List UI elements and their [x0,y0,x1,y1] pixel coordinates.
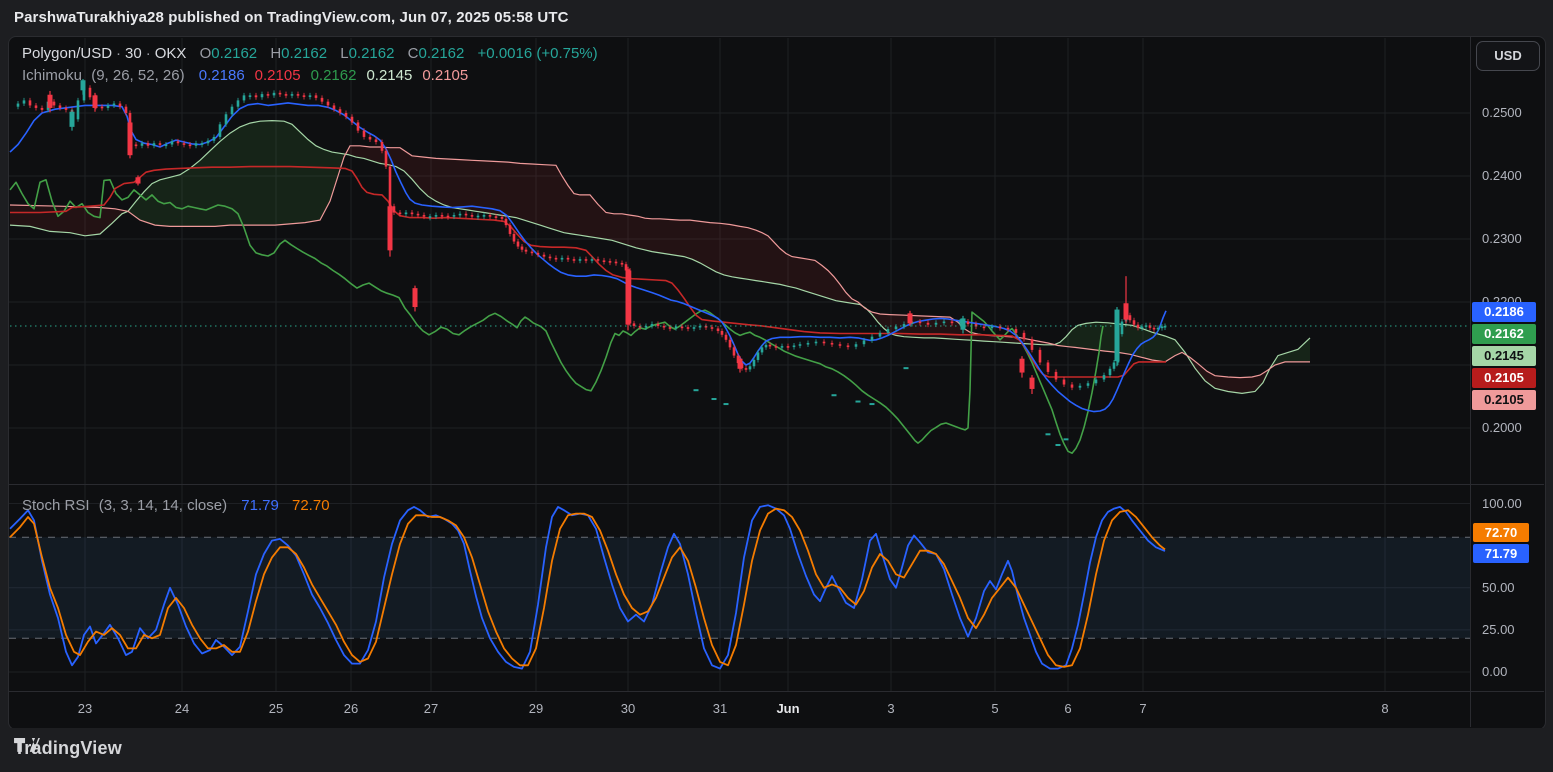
footer-bar: TradingView [0,728,1553,772]
stoch-badge: 72.70 [1473,523,1529,542]
price-badge: 0.2145 [1472,346,1536,366]
ichimoku-value: 0.2105 [422,67,468,84]
time-axis-label: 8 [1363,701,1407,716]
ohlc-close: C0.2162 [408,45,465,62]
chart-canvas[interactable] [0,0,1553,772]
currency-usd-button[interactable]: USD [1476,41,1540,71]
price-badge: 0.2162 [1472,324,1536,344]
time-axis-label: 7 [1121,701,1165,716]
stoch-tick-label: 50.00 [1482,580,1515,595]
ichimoku-values: 0.2186 0.2105 0.2162 0.2145 0.2105 [189,67,468,84]
price-change: +0.0016 (+0.75%) [478,45,598,62]
ohlc-high: H0.2162 [270,45,327,62]
time-axis-label: 23 [63,701,107,716]
chart-plot-svg [0,0,1553,772]
legend-separator: · [112,45,125,62]
time-axis-label: 31 [698,701,742,716]
stoch-name[interactable]: Stoch RSI [22,497,90,514]
ichimoku-name[interactable]: Ichimoku [22,67,82,84]
price-tick-label: 0.2400 [1482,168,1522,183]
ohlc-low: L0.2162 [340,45,394,62]
price-tick-label: 0.2500 [1482,105,1522,120]
symbol-name[interactable]: Polygon/USD [22,45,112,62]
tradingview-logo-text: TradingView [14,738,122,759]
tradingview-logo[interactable]: TradingView [14,738,122,759]
ichimoku-value: 0.2145 [366,67,412,84]
ichimoku-params: (9, 26, 52, 26) [91,67,184,84]
ichimoku-value: 0.2162 [311,67,357,84]
time-axis-label: 27 [409,701,453,716]
time-axis-label: 6 [1046,701,1090,716]
stoch-rsi-legend[interactable]: Stoch RSI (3, 3, 14, 14, close) 71.79 72… [22,497,330,514]
ohlc-open: O0.2162 [200,45,258,62]
time-axis-label: 24 [160,701,204,716]
time-axis-label: 30 [606,701,650,716]
ichimoku-legend[interactable]: Ichimoku (9, 26, 52, 26) 0.21860.21050.2… [22,67,468,84]
price-tick-label: 0.2300 [1482,231,1522,246]
symbol-exchange: OKX [155,45,187,62]
time-axis-label: Jun [766,701,810,716]
price-badge: 0.2186 [1472,302,1536,322]
ichimoku-value: 0.2105 [255,67,301,84]
price-tick-label: 0.2000 [1482,420,1522,435]
stoch-tick-label: 25.00 [1482,622,1515,637]
legend-separator: · [142,45,155,62]
time-axis-label: 5 [973,701,1017,716]
stoch-tick-label: 0.00 [1482,664,1507,679]
stoch-k-value: 71.79 [241,497,279,514]
stoch-tick-label: 100.00 [1482,496,1522,511]
time-axis-label: 29 [514,701,558,716]
time-axis-label: 25 [254,701,298,716]
time-axis-label: 3 [869,701,913,716]
symbol-interval[interactable]: 30 [125,45,142,62]
ichimoku-value: 0.2186 [199,67,245,84]
time-axis-label: 26 [329,701,373,716]
tradingview-published-chart: ParshwaTurakhiya28 published on TradingV… [0,0,1553,772]
price-badge: 0.2105 [1472,368,1536,388]
stoch-params: (3, 3, 14, 14, close) [99,497,227,514]
stoch-badge: 71.79 [1473,544,1529,563]
symbol-legend[interactable]: Polygon/USD·30·OKX O0.2162 H0.2162 L0.21… [22,45,598,62]
stoch-d-value: 72.70 [292,497,330,514]
price-badge: 0.2105 [1472,390,1536,410]
